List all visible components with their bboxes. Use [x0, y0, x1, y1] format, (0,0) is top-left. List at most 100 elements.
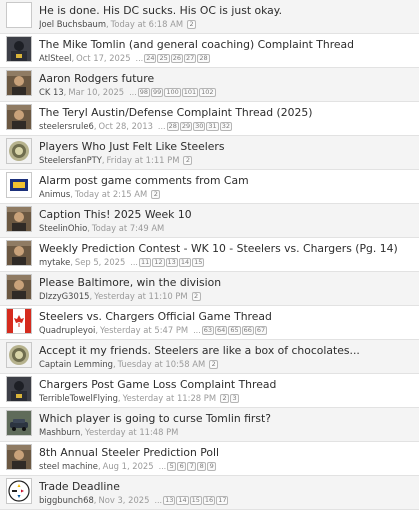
page-link[interactable]: 100 [164, 88, 181, 97]
page-link[interactable]: 28 [197, 54, 210, 63]
page-link[interactable]: 27 [184, 54, 197, 63]
page-link[interactable]: 6 [177, 462, 187, 471]
thread-start-date[interactable]: Oct 28, 2013 [98, 121, 152, 131]
page-link[interactable]: 28 [166, 122, 179, 131]
thread-row[interactable]: Accept it my friends. Steelers are like … [0, 340, 419, 374]
thread-row[interactable]: Alarm post game comments from Cam Animus,… [0, 170, 419, 204]
page-link[interactable]: 24 [144, 54, 157, 63]
thread-start-date[interactable]: Today at 2:15 AM [75, 189, 147, 199]
thread-title[interactable]: Weekly Prediction Contest - WK 10 - Stee… [39, 242, 415, 255]
player-photo-avatar-icon[interactable] [6, 376, 32, 402]
thread-author[interactable]: AtlSteel [39, 53, 71, 63]
page-link[interactable]: 3 [230, 394, 240, 403]
photo-avatar-icon[interactable] [6, 444, 32, 470]
thread-row[interactable]: Chargers Post Game Loss Complaint Thread… [0, 374, 419, 408]
thread-row[interactable]: 8th Annual Steeler Prediction Poll steel … [0, 442, 419, 476]
page-link[interactable]: 5 [167, 462, 177, 471]
page-link[interactable]: 102 [199, 88, 216, 97]
photo-avatar-icon[interactable] [6, 274, 32, 300]
thread-author[interactable]: CK 13 [39, 87, 64, 97]
coin-avatar-icon[interactable] [6, 138, 32, 164]
page-link[interactable]: 2 [220, 394, 230, 403]
thread-start-date[interactable]: Yesterday at 11:28 PM [123, 393, 216, 403]
page-link[interactable]: 30 [193, 122, 206, 131]
page-link[interactable]: 64 [215, 326, 228, 335]
thread-start-date[interactable]: Yesterday at 5:47 PM [100, 325, 188, 335]
page-link[interactable]: 2 [187, 20, 197, 29]
player-photo-avatar-icon[interactable] [6, 36, 32, 62]
page-link[interactable]: 9 [207, 462, 217, 471]
flag-avatar-icon[interactable] [6, 308, 32, 334]
thread-title[interactable]: Chargers Post Game Loss Complaint Thread [39, 378, 415, 391]
thread-row[interactable]: Players Who Just Felt Like Steelers Steel… [0, 136, 419, 170]
page-link[interactable]: 29 [179, 122, 193, 131]
page-link[interactable]: 7 [187, 462, 197, 471]
thread-title[interactable]: Accept it my friends. Steelers are like … [39, 344, 415, 357]
page-link[interactable]: 13 [163, 496, 176, 505]
thread-start-date[interactable]: Today at 6:18 AM [111, 19, 183, 29]
thread-row[interactable]: Caption This! 2025 Week 10 SteelinOhio, To… [0, 204, 419, 238]
thread-author[interactable]: biggbunch68 [39, 495, 94, 505]
page-link[interactable]: 11 [138, 258, 152, 267]
thread-author[interactable]: SteelersfanPTY [39, 155, 102, 165]
page-link[interactable]: 67 [254, 326, 268, 335]
thread-title[interactable]: The Teryl Austin/Defense Complaint Threa… [39, 106, 415, 119]
thread-title[interactable]: Which player is going to curse Tomlin fi… [39, 412, 415, 425]
thread-row[interactable]: Trade Deadline biggbunch68, Nov 3, 2025...… [0, 476, 419, 510]
thread-title[interactable]: Players Who Just Felt Like Steelers [39, 140, 415, 153]
thread-title[interactable]: Aaron Rodgers future [39, 72, 415, 85]
thread-author[interactable]: mytake [39, 257, 70, 267]
page-link[interactable]: 14 [178, 258, 192, 267]
thread-author[interactable]: DIzzyG3015 [39, 291, 89, 301]
thread-author[interactable]: TerribleTowelFlying [39, 393, 118, 403]
page-link[interactable]: 13 [165, 258, 178, 267]
thread-author[interactable]: steel machine [39, 461, 98, 471]
thread-row[interactable]: Steelers vs. Chargers Official Game Thre… [0, 306, 419, 340]
thread-title[interactable]: The Mike Tomlin (and general coaching) C… [39, 38, 415, 51]
thread-author[interactable]: Joel Buchsbaum [39, 19, 106, 29]
thread-author[interactable]: Captain Lemming [39, 359, 113, 369]
thread-row[interactable]: Please Baltimore, win the division DIzzyG… [0, 272, 419, 306]
thread-row[interactable]: Which player is going to curse Tomlin fi… [0, 408, 419, 442]
page-link[interactable]: 15 [189, 496, 202, 505]
thread-start-date[interactable]: Tuesday at 10:58 AM [118, 359, 206, 369]
page-link[interactable]: 14 [176, 496, 189, 505]
thread-title[interactable]: Trade Deadline [39, 480, 415, 493]
pitt-logo-avatar-icon[interactable] [6, 172, 32, 198]
thread-row[interactable]: He is done. His DC sucks. His OC is just… [0, 0, 419, 34]
steelers-logo-avatar-icon[interactable] [6, 478, 32, 504]
thread-title[interactable]: He is done. His DC sucks. His OC is just… [39, 4, 415, 17]
page-link[interactable]: 8 [197, 462, 207, 471]
page-link[interactable]: 25 [157, 54, 170, 63]
thread-start-date[interactable]: Nov 3, 2025 [98, 495, 149, 505]
blank-avatar-icon[interactable] [6, 2, 32, 28]
page-link[interactable]: 2 [183, 156, 193, 165]
thread-start-date[interactable]: Oct 17, 2025 [76, 53, 130, 63]
thread-author[interactable]: Quadrupleyoi [39, 325, 95, 335]
page-link[interactable]: 31 [206, 122, 219, 131]
thread-start-date[interactable]: Mar 10, 2025 [68, 87, 124, 97]
page-link[interactable]: 12 [152, 258, 165, 267]
thread-start-date[interactable]: Yesterday at 11:10 PM [94, 291, 187, 301]
thread-title[interactable]: 8th Annual Steeler Prediction Poll [39, 446, 415, 459]
page-link[interactable]: 16 [202, 496, 216, 505]
page-link[interactable]: 2 [209, 360, 219, 369]
thread-start-date[interactable]: Today at 7:49 AM [92, 223, 164, 233]
page-link[interactable]: 2 [191, 292, 201, 301]
photo-avatar-icon[interactable] [6, 70, 32, 96]
thread-title[interactable]: Caption This! 2025 Week 10 [39, 208, 415, 221]
thread-title[interactable]: Steelers vs. Chargers Official Game Thre… [39, 310, 415, 323]
thread-start-date[interactable]: Sep 5, 2025 [75, 257, 125, 267]
coin-avatar-icon[interactable] [6, 342, 32, 368]
photo-avatar-icon[interactable] [6, 206, 32, 232]
thread-author[interactable]: SteelinOhio [39, 223, 87, 233]
thread-row[interactable]: The Teryl Austin/Defense Complaint Threa… [0, 102, 419, 136]
page-link[interactable]: 26 [170, 54, 184, 63]
thread-author[interactable]: steelersrule6 [39, 121, 94, 131]
page-link[interactable]: 98 [137, 88, 151, 97]
page-link[interactable]: 2 [151, 190, 161, 199]
thread-row[interactable]: Aaron Rodgers future CK 13, Mar 10, 2025..… [0, 68, 419, 102]
thread-author[interactable]: Animus [39, 189, 70, 199]
photo-avatar-icon[interactable] [6, 104, 32, 130]
page-link[interactable]: 17 [216, 496, 229, 505]
